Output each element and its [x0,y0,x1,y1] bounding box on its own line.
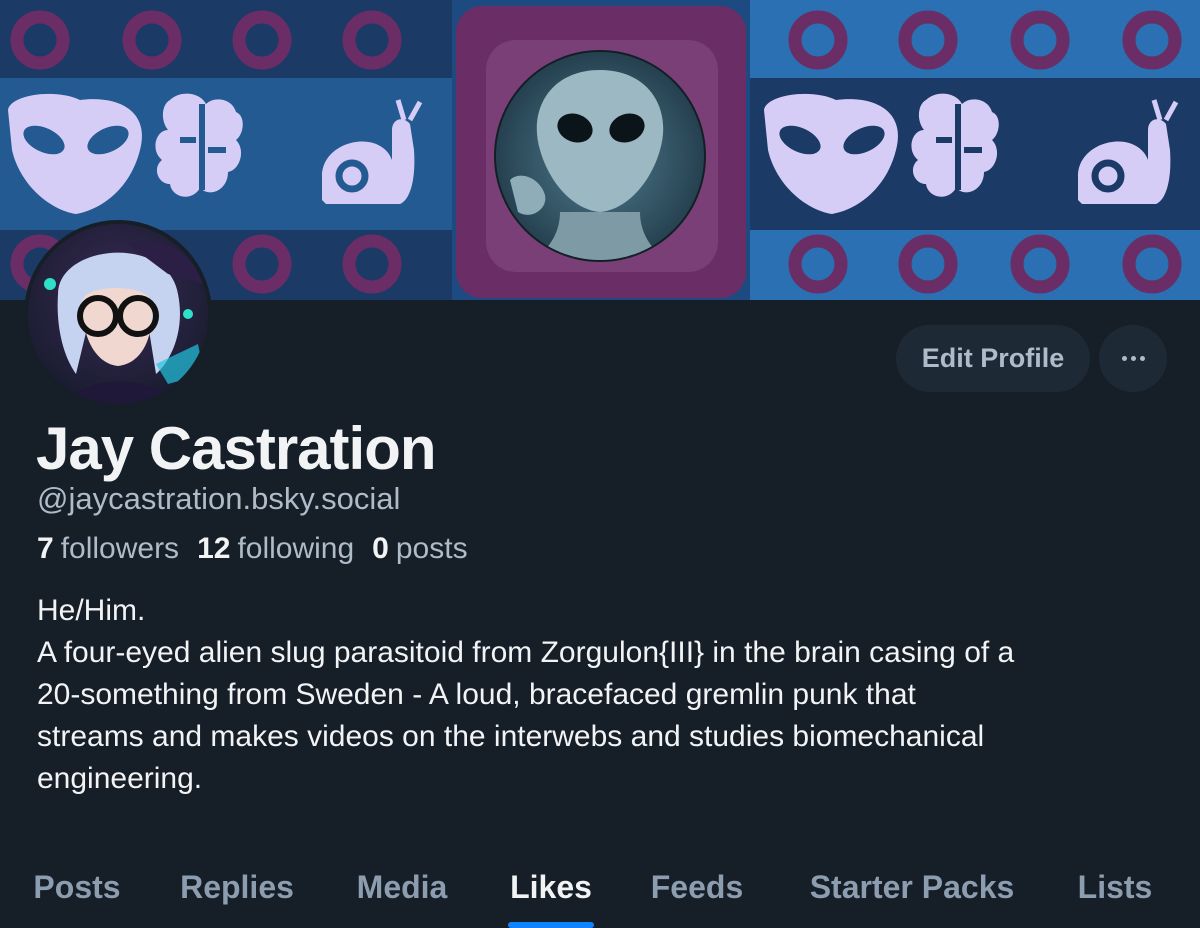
bio-line: A four-eyed alien slug parasitoid from Z… [37,636,1015,669]
more-options-button[interactable] [1099,325,1167,392]
tab-feeds[interactable]: Feeds [648,846,746,928]
posts-label: posts [395,532,468,565]
bio-line: engineering. [37,762,203,795]
tab-replies[interactable]: Replies [178,846,296,928]
followers-link[interactable]: 7 followers [37,532,179,566]
following-label: following [237,532,355,565]
profile-handle: @jaycastration.bsky.social [37,481,401,516]
tab-starter-packs[interactable]: Starter Packs [803,846,1021,928]
tab-label: Likes [510,868,592,905]
tab-label: Starter Packs [809,868,1015,905]
posts-stat: 0 posts [372,532,467,566]
following-link[interactable]: 12 following [197,532,354,566]
tab-label: Lists [1077,868,1153,905]
tab-lists[interactable]: Lists [1077,846,1153,928]
profile-stats: 7 followers 12 following 0 posts [37,532,468,566]
tab-likes[interactable]: Likes [508,846,594,928]
display-name: Jay Castration [36,415,436,482]
avatar[interactable] [24,220,212,408]
followers-count: 7 [37,532,54,565]
following-count: 12 [197,532,231,565]
tab-label: Feeds [650,868,744,905]
bio-line: He/Him. [37,594,146,627]
tab-media[interactable]: Media [352,846,452,928]
bio-line: 20-something from Sweden - A loud, brace… [37,678,916,711]
profile-bio: He/Him. A four-eyed alien slug parasitoi… [37,590,1177,800]
tab-posts[interactable]: Posts [32,846,122,928]
active-tab-indicator [508,922,594,928]
posts-count: 0 [372,532,389,565]
tab-label: Media [356,868,448,905]
edit-profile-button[interactable]: Edit Profile [896,325,1090,392]
profile-tabs: Posts Replies Media Likes Feeds Starter … [0,846,1200,928]
tab-label: Posts [33,868,121,905]
tab-label: Replies [180,868,294,905]
ellipsis-icon [1120,356,1147,361]
followers-label: followers [60,532,180,565]
bio-line: streams and makes videos on the interweb… [37,720,985,753]
